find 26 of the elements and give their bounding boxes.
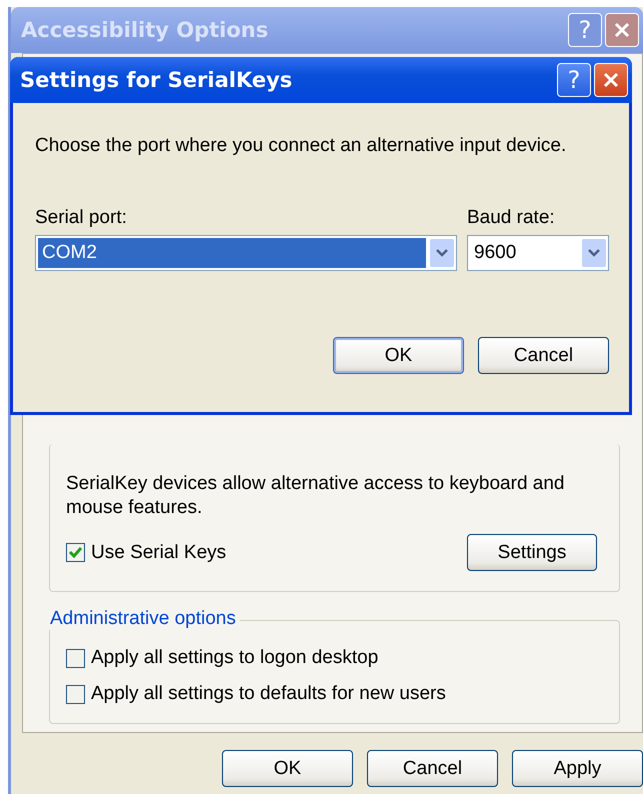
close-button[interactable] bbox=[594, 63, 628, 97]
checkbox[interactable] bbox=[66, 648, 85, 668]
dialog-button[interactable]: Apply bbox=[512, 750, 643, 787]
chevron-down-icon bbox=[436, 248, 448, 258]
dialog-button[interactable]: OK bbox=[222, 750, 353, 787]
settings-button[interactable]: Settings bbox=[467, 534, 597, 571]
field-label: Baud rate: bbox=[467, 207, 556, 229]
dialog-button[interactable]: OK bbox=[333, 337, 464, 374]
description-text: SerialKey devices allow alternative access to keyboard and mouse features. bbox=[66, 472, 566, 520]
instruction-text: Choose the port where you connect an alternative input device. bbox=[35, 135, 568, 157]
serial-port-dropdown[interactable]: COM2 bbox=[35, 235, 457, 271]
window-title: Accessibility Options bbox=[21, 18, 268, 42]
checkbox[interactable] bbox=[66, 684, 85, 704]
baud-rate-dropdown[interactable]: 9600 bbox=[467, 235, 609, 271]
checkbox-label: Use Serial Keys bbox=[91, 542, 226, 564]
dialog-button[interactable]: Cancel bbox=[367, 750, 498, 787]
dialog-title: Settings for SerialKeys bbox=[20, 68, 292, 92]
chevron-down-icon bbox=[588, 248, 600, 258]
group-title: Administrative options bbox=[48, 608, 240, 630]
dialog-button[interactable]: Cancel bbox=[478, 337, 609, 374]
checkbox-label: Apply all settings to defaults for new users bbox=[91, 683, 446, 705]
field-label: Serial port: bbox=[35, 207, 128, 229]
close-button[interactable] bbox=[605, 13, 639, 47]
checkbox[interactable] bbox=[66, 543, 85, 562]
help-button[interactable]: ? bbox=[557, 63, 591, 97]
checkbox-label: Apply all settings to logon desktop bbox=[91, 647, 378, 669]
